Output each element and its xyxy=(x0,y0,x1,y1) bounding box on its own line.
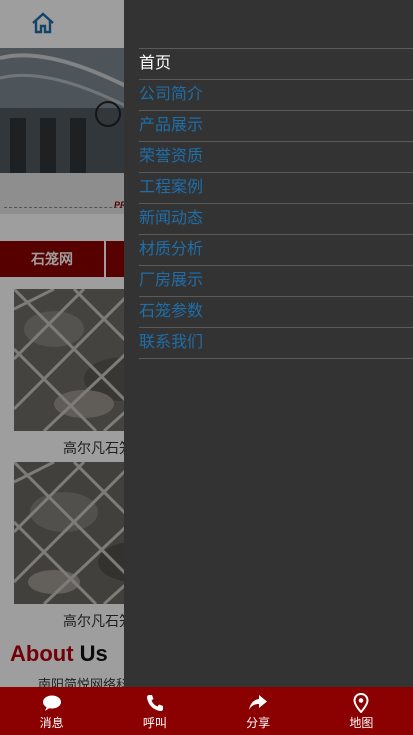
nav-share-label: 分享 xyxy=(246,716,271,730)
menu-item-factory[interactable]: 厂房展示 xyxy=(139,266,413,297)
bottom-nav: 消息 呼叫 分享 地图 xyxy=(0,687,413,735)
chat-bubble-icon xyxy=(42,695,61,711)
map-pin-icon xyxy=(353,693,369,713)
side-drawer: 首页 公司简介 产品展示 荣誉资质 工程案例 新闻动态 材质分析 厂房展示 石笼… xyxy=(124,0,413,687)
nav-map-label: 地图 xyxy=(349,716,374,730)
menu-item-home[interactable]: 首页 xyxy=(139,49,413,80)
menu-item-gabion-params[interactable]: 石笼参数 xyxy=(139,297,413,328)
phone-icon xyxy=(146,695,163,711)
share-arrow-icon xyxy=(249,695,268,710)
menu-item-products[interactable]: 产品展示 xyxy=(139,111,413,142)
nav-message-label: 消息 xyxy=(39,716,64,730)
menu-item-cases[interactable]: 工程案例 xyxy=(139,173,413,204)
nav-call-button[interactable]: 呼叫 xyxy=(103,687,206,735)
menu-item-honors[interactable]: 荣誉资质 xyxy=(139,142,413,173)
menu-item-material[interactable]: 材质分析 xyxy=(139,235,413,266)
nav-map-button[interactable]: 地图 xyxy=(310,687,413,735)
nav-share-button[interactable]: 分享 xyxy=(207,687,310,735)
menu-item-company-profile[interactable]: 公司简介 xyxy=(139,80,413,111)
menu-item-contact[interactable]: 联系我们 xyxy=(139,328,413,359)
nav-message-button[interactable]: 消息 xyxy=(0,687,103,735)
drawer-menu: 首页 公司简介 产品展示 荣誉资质 工程案例 新闻动态 材质分析 厂房展示 石笼… xyxy=(139,48,413,359)
nav-call-label: 呼叫 xyxy=(142,716,167,730)
menu-item-news[interactable]: 新闻动态 xyxy=(139,204,413,235)
